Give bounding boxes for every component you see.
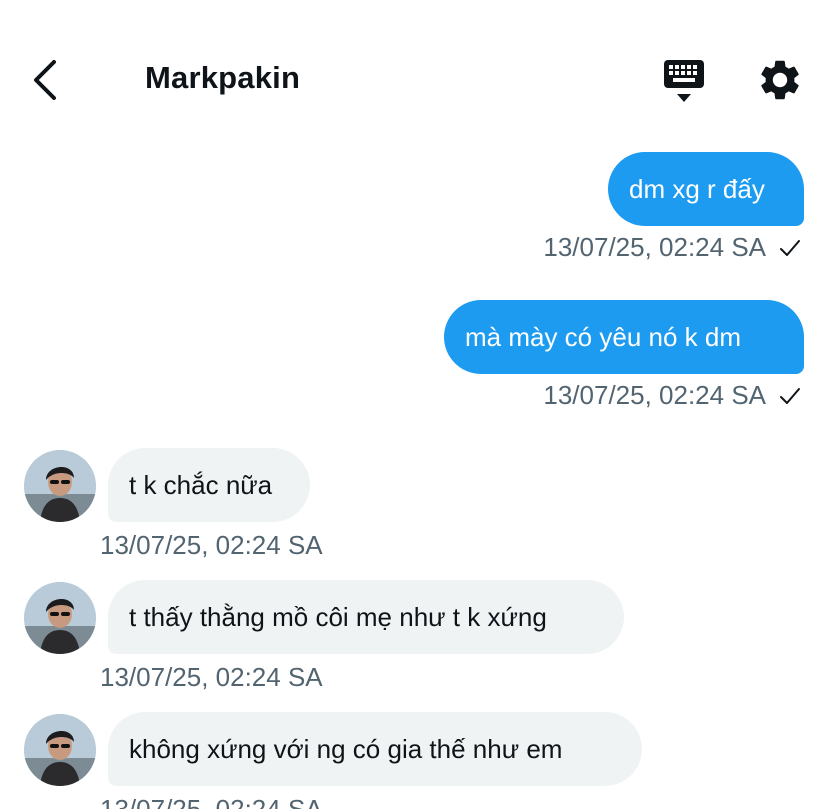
incoming-message-bubble[interactable]: t k chắc nữa [108,448,310,522]
outgoing-message-bubble[interactable]: mà mày có yêu nó k dm [444,300,804,374]
incoming-message-bubble[interactable]: không xứng với ng có gia thế như em [108,712,642,786]
dm-conversation-screen: Markpakin dm xg r đấy 13/07/25, 02:24 SA… [0,0,828,809]
message-meta: 13/07/25, 02:24 SA [543,232,802,263]
chevron-left-icon [34,60,56,100]
message-timestamp: 13/07/25, 02:24 SA [100,530,323,560]
message-text: dm xg r đấy [629,174,765,204]
avatar[interactable] [24,450,96,522]
keyboard-icon [664,60,704,102]
avatar[interactable] [24,714,96,786]
avatar[interactable] [24,582,96,654]
message-meta: 13/07/25, 02:24 SA [543,380,802,411]
incoming-message-bubble[interactable]: t thấy thằng mồ côi mẹ như t k xứng [108,580,624,654]
settings-button[interactable] [756,56,804,104]
message-text: t thấy thằng mồ côi mẹ như t k xứng [129,602,547,632]
gear-icon [761,60,799,100]
message-text: t k chắc nữa [129,470,273,500]
conversation-title[interactable]: Markpakin [145,60,300,96]
conversation-header: Markpakin [0,0,828,140]
outgoing-message-bubble[interactable]: dm xg r đấy [608,152,804,226]
keyboard-button[interactable] [660,58,710,106]
back-button[interactable] [22,56,66,104]
message-text: không xứng với ng có gia thế như em [129,734,563,764]
message-timestamp: 13/07/25, 02:24 SA [543,380,766,410]
profile-photo-icon [24,450,96,522]
checkmark-icon [780,387,800,404]
checkmark-icon [780,239,800,256]
profile-photo-icon [24,714,96,786]
profile-photo-icon [24,582,96,654]
message-text: mà mày có yêu nó k dm [465,322,741,352]
message-timestamp: 13/07/25, 02:24 SA [100,662,323,692]
message-timestamp: 13/07/25, 02:24 SA [543,232,766,262]
message-timestamp: 13/07/25, 02:24 SA [100,794,323,809]
